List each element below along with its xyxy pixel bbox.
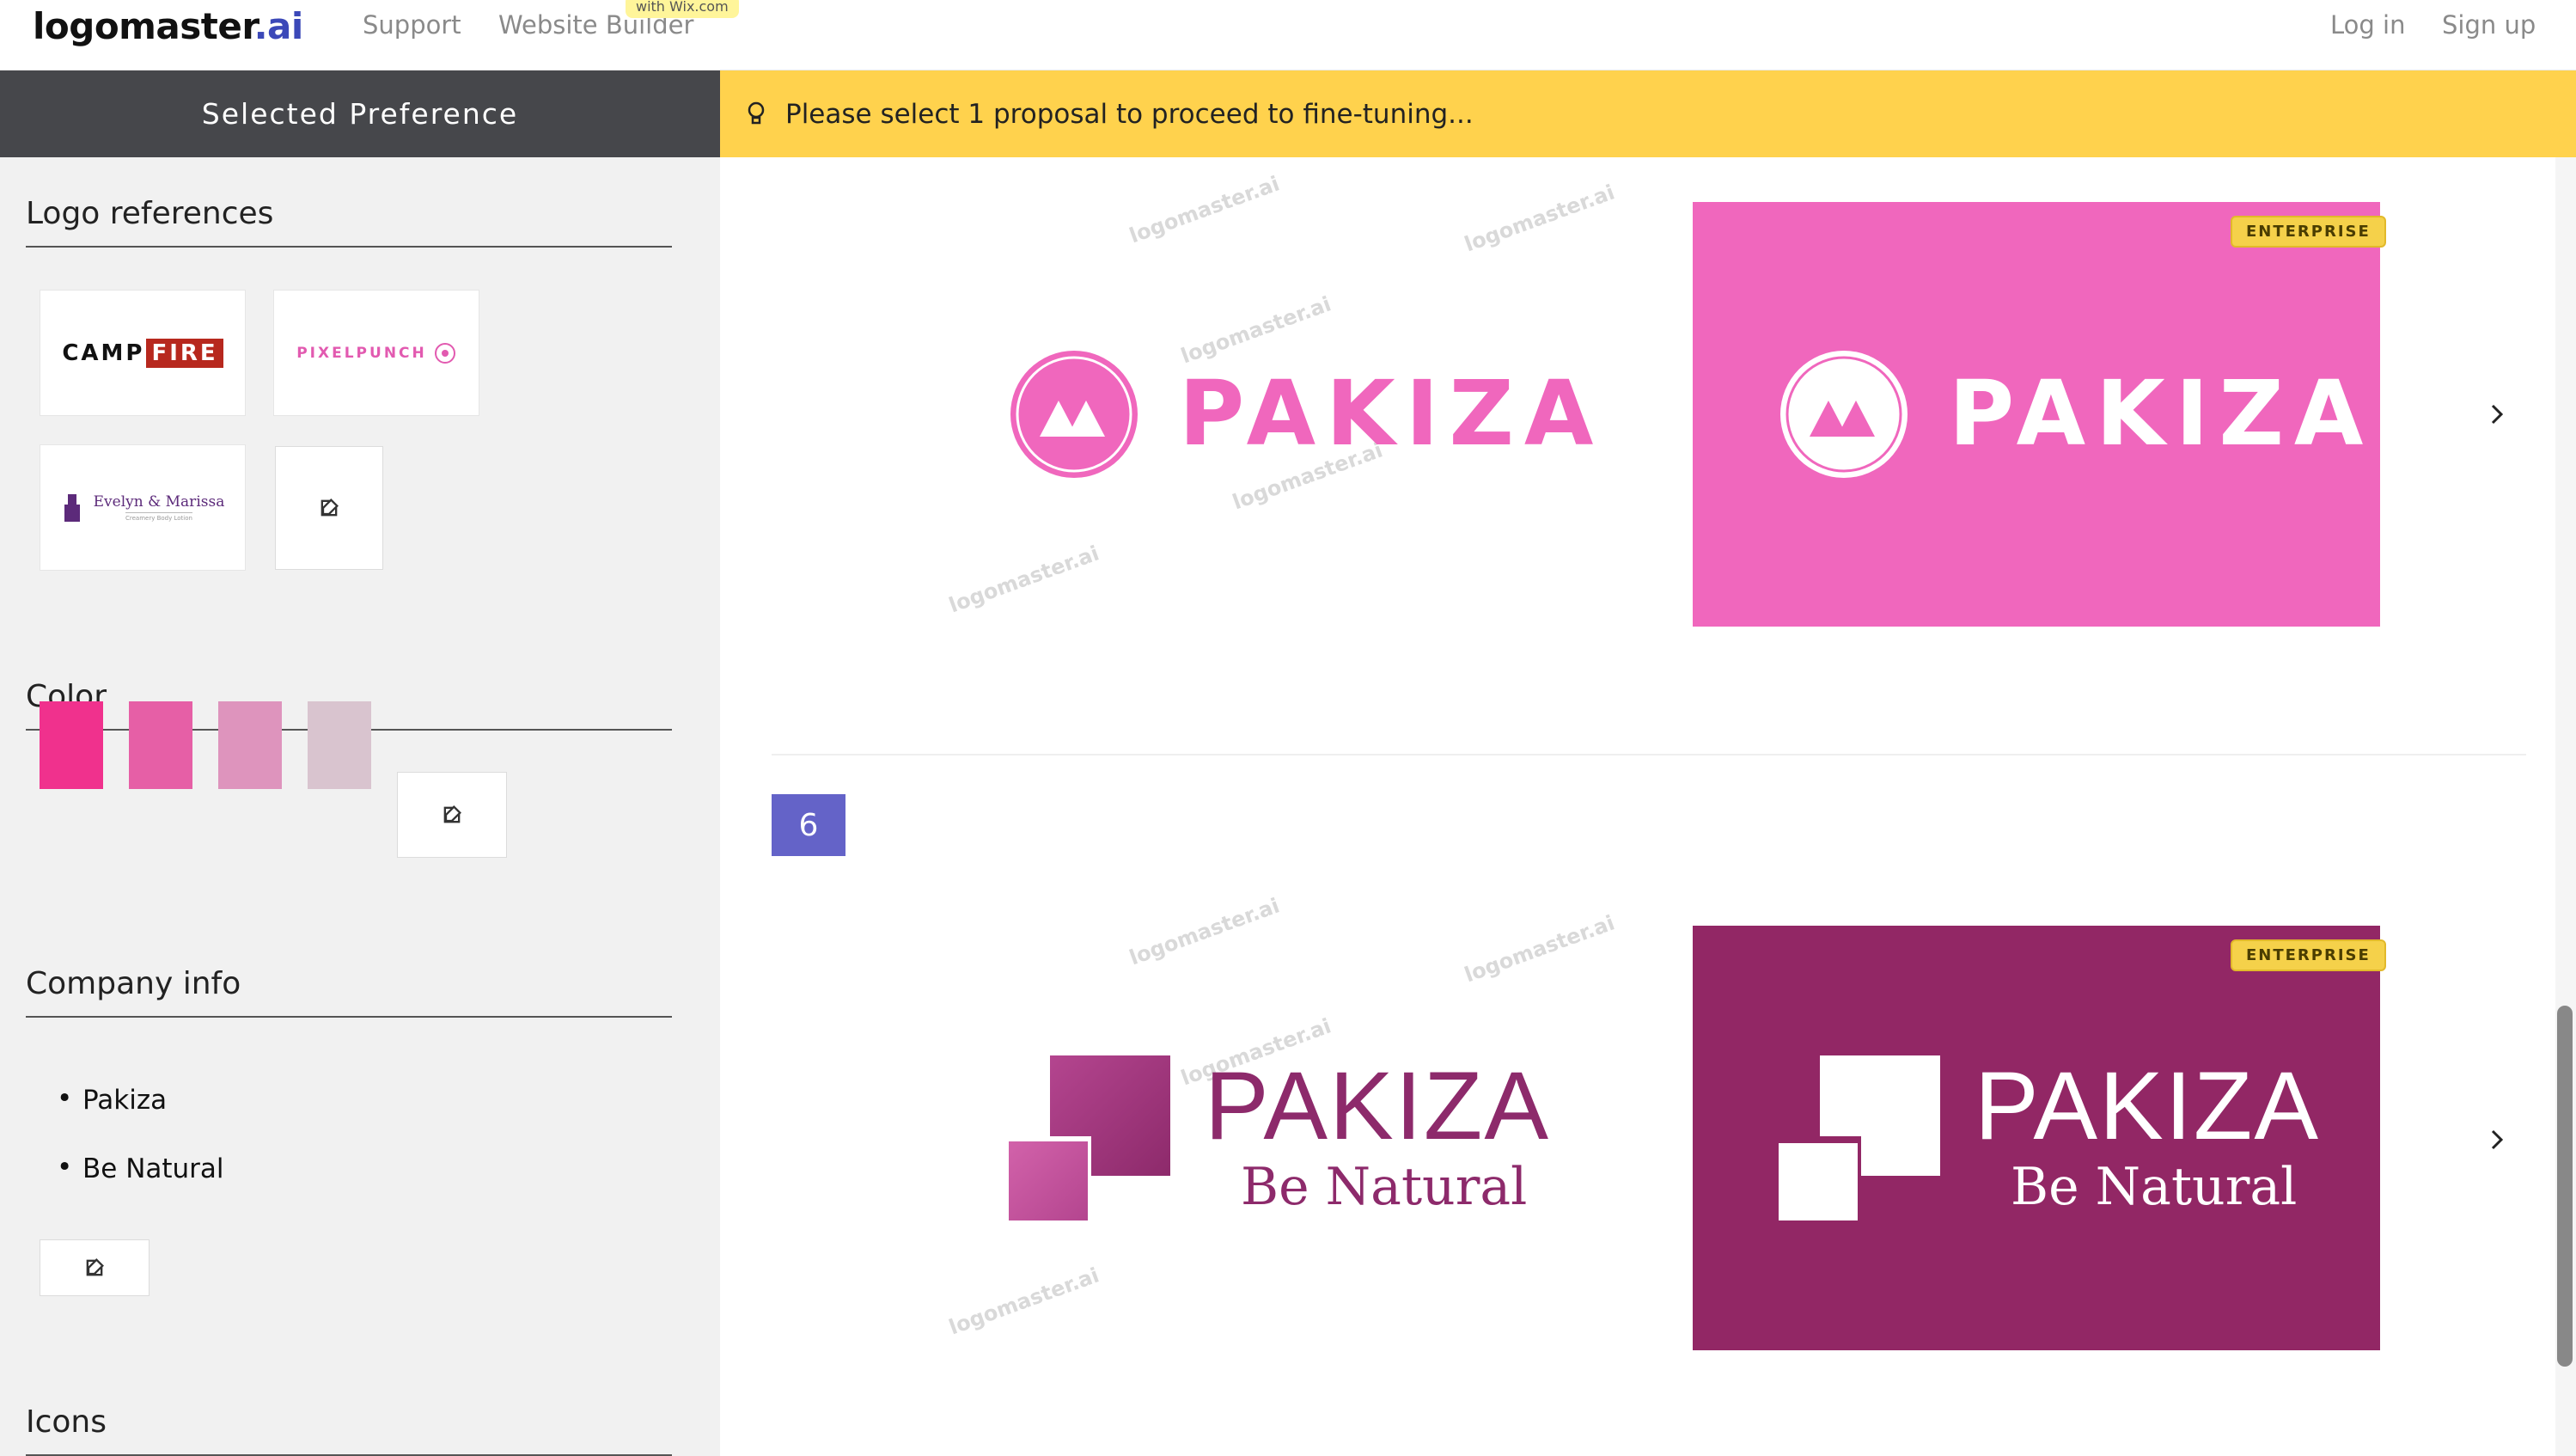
- pixelpunch-mark-icon: [434, 342, 455, 364]
- proposal-1-card-brand-text: PAKIZA: [1949, 361, 2374, 466]
- proposal-2-card-brand-text: PAKIZA: [1975, 1052, 2321, 1159]
- pakiza-circle-mountain-icon[interactable]: [1007, 347, 1141, 481]
- company-item-slogan: Be Natural: [57, 1152, 223, 1184]
- company-item-name: Pakiza: [57, 1083, 167, 1116]
- evelyn-marissa-text: Evelyn & Marissa: [93, 493, 225, 511]
- logo-ref-campfire[interactable]: CAMP FIRE: [40, 290, 246, 416]
- edit-color-button[interactable]: [397, 772, 507, 858]
- company-info-title: Company info: [26, 966, 241, 1001]
- campfire-text-a: CAMP: [62, 340, 145, 366]
- logo-main-text: logomaster: [33, 5, 254, 47]
- pakiza-squares-icon[interactable]: [1007, 1055, 1175, 1220]
- proposal-number-badge: 6: [772, 794, 845, 856]
- logomaster-logo[interactable]: logomaster.ai: [33, 5, 303, 47]
- color-swatch-3[interactable]: [218, 701, 282, 789]
- proposal-1-brand-text[interactable]: PAKIZA: [1179, 361, 1603, 466]
- logo-ref-pixelpunch[interactable]: PIXELPUNCH: [273, 290, 479, 416]
- instruction-banner: Please select 1 proposal to proceed to f…: [720, 70, 2576, 157]
- pixelpunch-text: PIXELPUNCH: [296, 344, 427, 362]
- color-swatch-4[interactable]: [308, 701, 371, 789]
- proposal-2-card-tagline-text: Be Natural: [2011, 1157, 2298, 1217]
- pakiza-squares-white-icon: [1777, 1055, 1940, 1220]
- wix-badge: with Wix.com: [626, 0, 739, 18]
- proposal-2-tagline-text: Be Natural: [1241, 1157, 1528, 1217]
- nav-link-support[interactable]: Support: [363, 10, 461, 40]
- edit-icon: [443, 805, 461, 823]
- edit-logo-references-button[interactable]: [275, 446, 383, 570]
- pakiza-circle-mountain-white-icon: [1780, 351, 1908, 478]
- chevron-right-icon: [2491, 1129, 2504, 1150]
- logo-references-title: Logo references: [26, 196, 274, 231]
- campfire-text-b: FIRE: [146, 338, 223, 368]
- enterprise-badge: ENTERPRISE: [2231, 939, 2386, 971]
- next-variant-arrow-2[interactable]: [2480, 1123, 2514, 1157]
- evelyn-marissa-figure-icon: [64, 493, 80, 522]
- login-link[interactable]: Log in: [2330, 10, 2405, 40]
- next-variant-arrow-1[interactable]: [2480, 397, 2514, 431]
- banner-text: Please select 1 proposal to proceed to f…: [785, 98, 1474, 130]
- color-swatch-1[interactable]: [40, 701, 103, 789]
- color-swatch-2[interactable]: [129, 701, 192, 789]
- icons-title: Icons: [26, 1404, 107, 1440]
- section-divider: [26, 1016, 672, 1018]
- scrollbar-thumb[interactable]: [2557, 1006, 2573, 1367]
- edit-company-info-button[interactable]: [40, 1239, 150, 1296]
- chevron-right-icon: [2491, 404, 2504, 425]
- logo-suffix-text: .ai: [253, 5, 304, 47]
- signup-link[interactable]: Sign up: [2442, 10, 2536, 40]
- proposal-2-brand-text[interactable]: PAKIZA: [1205, 1050, 1550, 1161]
- sidebar-header: Selected Preference: [0, 70, 720, 157]
- top-navbar: logomaster.ai Support Website Builder wi…: [0, 0, 2576, 70]
- section-divider: [26, 246, 672, 248]
- lightbulb-icon: [748, 101, 765, 124]
- logo-ref-evelyn-marissa[interactable]: Evelyn & Marissa Creamery Body Lotion: [40, 444, 246, 571]
- enterprise-badge: ENTERPRISE: [2231, 216, 2386, 248]
- edit-icon: [320, 499, 339, 517]
- edit-icon: [86, 1258, 104, 1276]
- evelyn-marissa-subtext: Creamery Body Lotion: [125, 512, 192, 522]
- proposal-divider: [772, 754, 2526, 756]
